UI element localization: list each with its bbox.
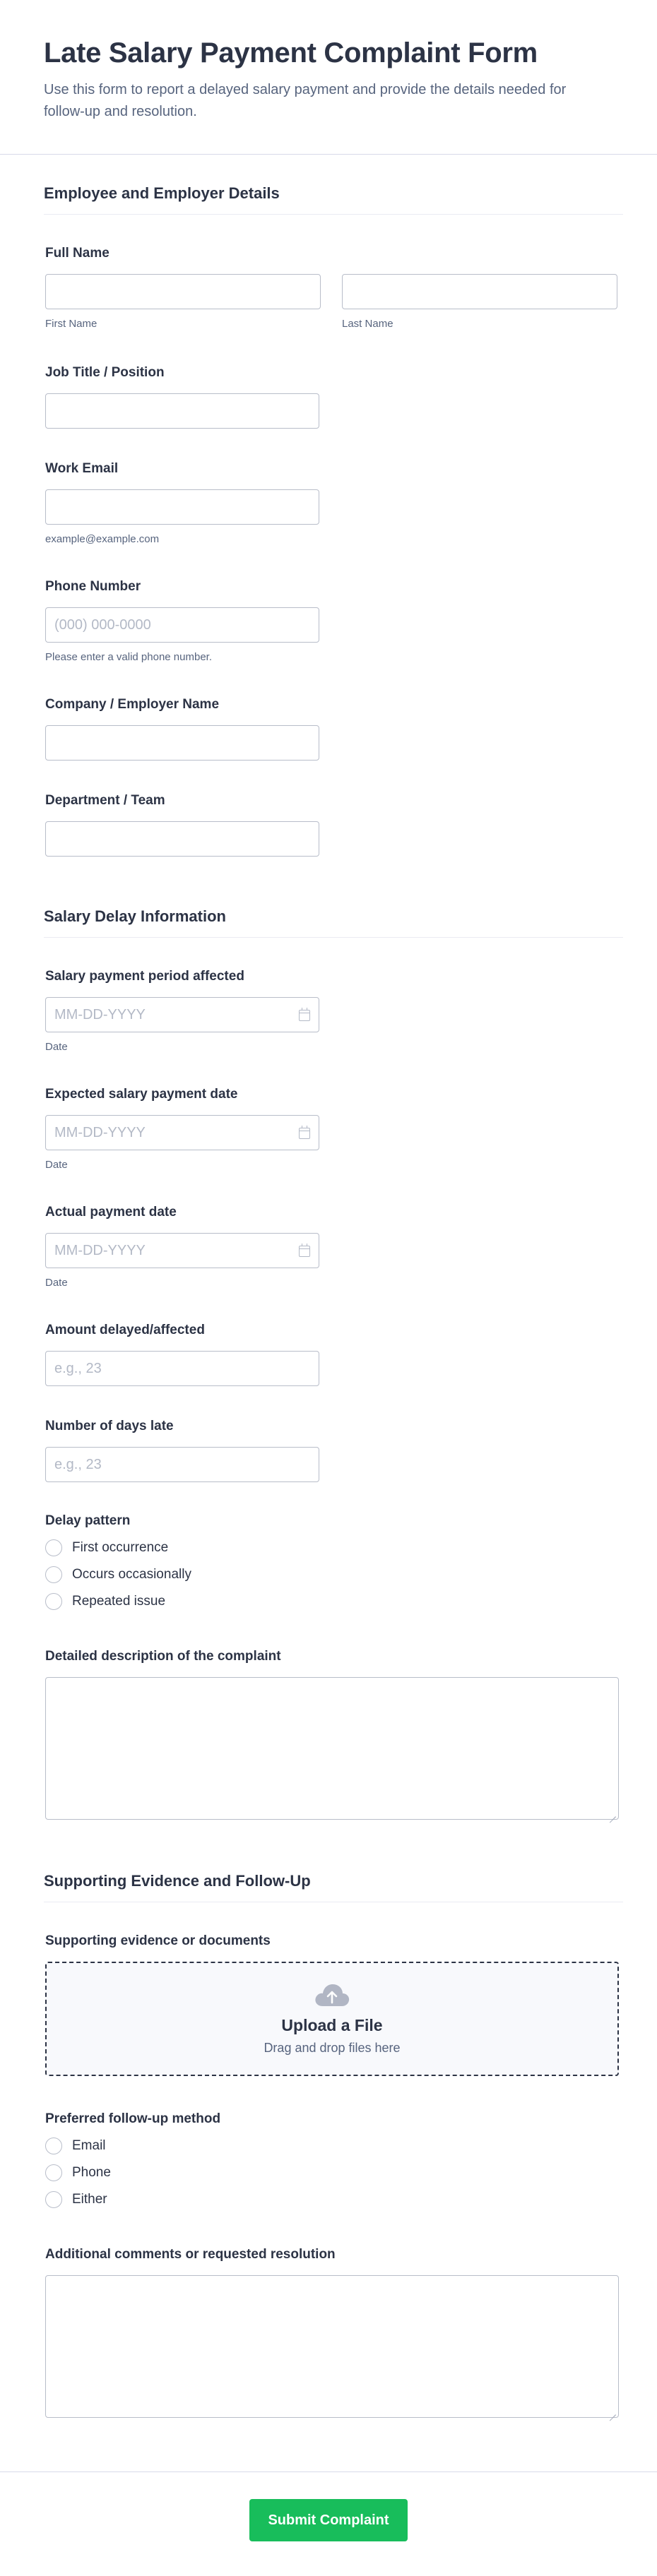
actual-date-field: Actual payment date MM-DD-YYYY Date (0, 1205, 657, 1289)
expected-date-sublabel: Date (45, 1159, 68, 1171)
radio-option[interactable]: Phone (45, 2159, 612, 2186)
radio-label: Repeated issue (72, 1594, 166, 1609)
comments-textarea[interactable] (45, 2275, 619, 2418)
department-label: Department / Team (45, 793, 165, 808)
radio-circle[interactable] (45, 2164, 62, 2181)
work-email-input[interactable] (45, 489, 319, 525)
evidence-label: Supporting evidence or documents (45, 1933, 271, 1948)
department-field: Department / Team (0, 793, 657, 857)
upload-title: Upload a File (281, 2016, 383, 2034)
work-email-field: Work Email example@example.com (0, 461, 657, 545)
last-name-input[interactable] (342, 274, 617, 309)
upload-subtitle: Drag and drop files here (264, 2041, 401, 2055)
period-date-placeholder: MM-DD-YYYY (54, 1006, 146, 1022)
last-name-sublabel: Last Name (342, 318, 393, 330)
days-late-label: Number of days late (45, 1419, 174, 1433)
radio-circle[interactable] (45, 2137, 62, 2154)
radio-circle[interactable] (45, 2191, 62, 2208)
radio-label: Email (72, 2138, 106, 2153)
full-name-label: Full Name (45, 246, 110, 261)
full-name-field: Full Name First Name Last Name (0, 246, 657, 330)
form-page: Late Salary Payment Complaint Form Use t… (0, 0, 657, 2576)
form-header: Late Salary Payment Complaint Form Use t… (0, 0, 657, 155)
radio-option[interactable]: Repeated issue (45, 1588, 612, 1615)
form-footer: Submit Complaint (0, 2471, 657, 2576)
radio-label: Either (72, 2192, 107, 2207)
expected-date-input[interactable]: MM-DD-YYYY (45, 1115, 319, 1150)
followup-field: Preferred follow-up method Email Phone E… (0, 2111, 657, 2213)
calendar-icon[interactable] (299, 1008, 310, 1021)
section-title-evidence: Supporting Evidence and Follow-Up (44, 1872, 623, 1902)
comments-field: Additional comments or requested resolut… (0, 2247, 657, 2418)
period-sublabel: Date (45, 1041, 68, 1053)
radio-circle[interactable] (45, 1566, 62, 1583)
actual-date-label: Actual payment date (45, 1205, 177, 1220)
company-field: Company / Employer Name (0, 697, 657, 761)
actual-date-placeholder: MM-DD-YYYY (54, 1242, 146, 1258)
job-title-label: Job Title / Position (45, 365, 165, 380)
section-title-delay: Salary Delay Information (44, 907, 623, 938)
job-title-field: Job Title / Position (0, 365, 657, 429)
cloud-upload-icon (315, 1984, 350, 2006)
phone-field: Phone Number (000) 000-0000 Please enter… (0, 579, 657, 663)
followup-label: Preferred follow-up method (45, 2111, 221, 2126)
actual-date-sublabel: Date (45, 1277, 68, 1289)
radio-option[interactable]: Email (45, 2133, 612, 2159)
delay-pattern-field: Delay pattern First occurrence Occurs oc… (0, 1513, 657, 1615)
radio-label: Occurs occasionally (72, 1567, 191, 1582)
radio-circle[interactable] (45, 1539, 62, 1556)
company-input[interactable] (45, 725, 319, 761)
form-title: Late Salary Payment Complaint Form (44, 37, 538, 68)
comments-label: Additional comments or requested resolut… (45, 2247, 336, 2262)
amount-field: Amount delayed/affected e.g., 23 (0, 1323, 657, 1386)
expected-date-placeholder: MM-DD-YYYY (54, 1124, 146, 1140)
radio-option[interactable]: First occurrence (45, 1534, 612, 1561)
evidence-field: Supporting evidence or documents Upload … (0, 1933, 657, 2076)
radio-label: First occurrence (72, 1540, 169, 1555)
first-name-sublabel: First Name (45, 318, 97, 330)
period-field: Salary payment period affected MM-DD-YYY… (0, 969, 657, 1053)
period-label: Salary payment period affected (45, 969, 244, 984)
description-field: Detailed description of the complaint (0, 1649, 657, 1820)
job-title-input[interactable] (45, 393, 319, 429)
radio-option[interactable]: Occurs occasionally (45, 1561, 612, 1588)
phone-input[interactable]: (000) 000-0000 (45, 607, 319, 643)
actual-date-input[interactable]: MM-DD-YYYY (45, 1233, 319, 1268)
resize-handle-icon[interactable] (609, 2408, 616, 2415)
expected-date-field: Expected salary payment date MM-DD-YYYY … (0, 1087, 657, 1171)
work-email-sublabel: example@example.com (45, 533, 160, 545)
form-subtitle: Use this form to report a delayed salary… (44, 82, 567, 119)
phone-sublabel: Please enter a valid phone number. (45, 651, 212, 663)
section-title-employee: Employee and Employer Details (44, 184, 623, 215)
work-email-label: Work Email (45, 461, 119, 476)
file-upload-dropzone[interactable]: Upload a File Drag and drop files here (45, 1962, 619, 2076)
radio-option[interactable]: Either (45, 2186, 612, 2213)
resize-handle-icon[interactable] (609, 1810, 616, 1817)
expected-date-label: Expected salary payment date (45, 1087, 238, 1102)
first-name-input[interactable] (45, 274, 321, 309)
radio-label: Phone (72, 2165, 111, 2180)
radio-circle[interactable] (45, 1593, 62, 1610)
amount-label: Amount delayed/affected (45, 1323, 205, 1337)
calendar-icon[interactable] (299, 1244, 310, 1257)
phone-label: Phone Number (45, 579, 141, 594)
calendar-icon[interactable] (299, 1126, 310, 1139)
department-input[interactable] (45, 821, 319, 857)
days-late-input[interactable]: e.g., 23 (45, 1447, 319, 1482)
description-label: Detailed description of the complaint (45, 1649, 281, 1664)
submit-button[interactable]: Submit Complaint (249, 2499, 408, 2541)
description-textarea[interactable] (45, 1677, 619, 1820)
period-date-input[interactable]: MM-DD-YYYY (45, 997, 319, 1032)
days-late-field: Number of days late e.g., 23 (0, 1419, 657, 1482)
company-label: Company / Employer Name (45, 697, 220, 712)
delay-pattern-label: Delay pattern (45, 1513, 131, 1528)
amount-input[interactable]: e.g., 23 (45, 1351, 319, 1386)
